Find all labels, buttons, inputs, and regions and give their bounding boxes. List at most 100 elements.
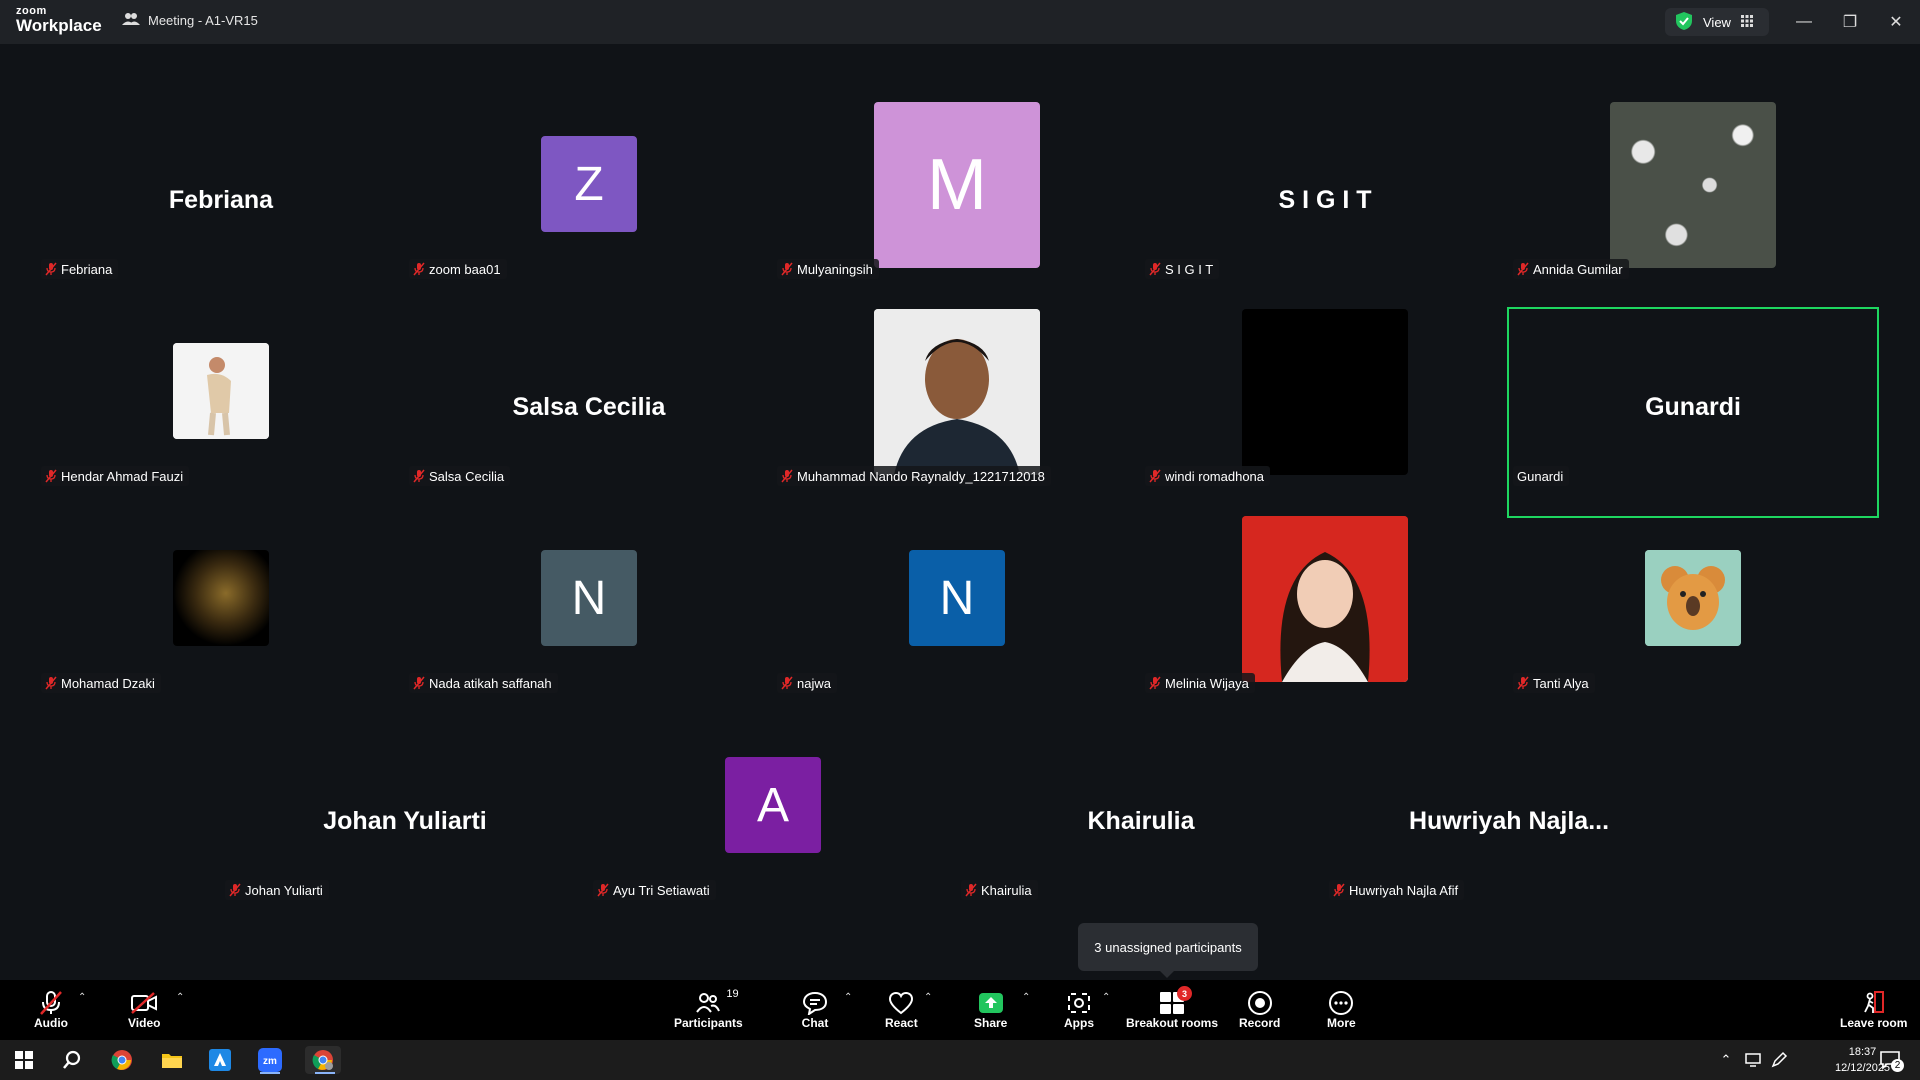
share-button[interactable]: Share (974, 990, 1007, 1030)
participant-name-label: Muhammad Nando Raynaldy_1221712018 (777, 466, 1051, 486)
react-button[interactable]: React (885, 990, 918, 1030)
participant-display-name: Johan Yuliarti (323, 807, 487, 835)
more-label: More (1327, 1016, 1356, 1030)
participant-name: Muhammad Nando Raynaldy_1221712018 (797, 468, 1045, 484)
shield-check-icon (1675, 11, 1693, 34)
restore-icon[interactable]: ❐ (1838, 10, 1862, 34)
apps-caret-icon[interactable]: ⌃ (1102, 992, 1110, 1003)
participant-display-name: Febriana (168, 186, 274, 214)
svg-text:zm: zm (263, 1056, 277, 1067)
participant-name-label: S I G I T (1145, 259, 1220, 279)
camera-off-icon (130, 990, 158, 1016)
leave-room-button[interactable]: Leave room (1840, 990, 1907, 1030)
mic-muted-icon (45, 676, 57, 690)
participant-display-name: S I G I T (1278, 186, 1372, 214)
share-caret-icon[interactable]: ⌃ (1022, 992, 1030, 1003)
participant-tile[interactable]: Huwriyah Najla... Huwriyah Najla Afif (1325, 723, 1693, 930)
view-button[interactable]: View (1665, 8, 1769, 36)
participant-tile[interactable]: N Nada atikah saffanah (405, 516, 773, 723)
audio-label: Audio (34, 1016, 68, 1030)
participant-tile[interactable]: Annida Gumilar (1509, 102, 1877, 309)
participant-tile[interactable]: Tanti Alya (1509, 516, 1877, 723)
apps-icon (1065, 990, 1093, 1016)
meeting-title[interactable]: Meeting - A1-VR15 (122, 12, 258, 29)
participant-avatar-photo (173, 550, 269, 646)
participant-tile[interactable]: S I G I T S I G I T (1141, 102, 1509, 309)
minimize-icon[interactable]: — (1792, 10, 1816, 34)
view-label: View (1703, 14, 1731, 30)
chrome-profile-icon[interactable] (305, 1046, 341, 1074)
more-icon (1327, 990, 1355, 1016)
mic-muted-icon (413, 262, 425, 276)
participant-name: Ayu Tri Setiawati (613, 882, 710, 898)
participant-name: Mulyaningsih (797, 261, 873, 277)
mic-muted-icon (413, 676, 425, 690)
participant-avatar-initial: Z (541, 136, 637, 232)
chrome-active-indicator (315, 1072, 335, 1074)
participant-tile[interactable]: Mohamad Dzaki (37, 516, 405, 723)
mic-muted-icon (413, 469, 425, 483)
audio-caret-icon[interactable]: ⌃ (78, 992, 86, 1003)
azure-data-studio-icon[interactable] (206, 1046, 234, 1074)
react-caret-icon[interactable]: ⌃ (924, 992, 932, 1003)
file-explorer-icon[interactable] (158, 1046, 186, 1074)
participant-name: Tanti Alya (1533, 675, 1589, 691)
chat-icon (801, 990, 829, 1016)
participant-tile[interactable]: Zzoom baa01 (405, 102, 773, 309)
title-bar: zoom Workplace Meeting - A1-VR15 View — … (0, 0, 1920, 44)
close-icon[interactable]: ✕ (1884, 10, 1908, 34)
meeting-title-text: Meeting - A1-VR15 (148, 13, 258, 28)
participant-tile[interactable]: Gunardi Gunardi (1507, 307, 1879, 518)
participant-name-label: Johan Yuliarti (225, 880, 329, 900)
participant-tile[interactable]: windi romadhona (1141, 309, 1509, 516)
participant-tile[interactable]: Febriana Febriana (37, 102, 405, 309)
participant-tile[interactable]: Khairulia Khairulia (957, 723, 1325, 930)
participant-name: Khairulia (981, 882, 1032, 898)
zoom-icon[interactable]: zm (256, 1046, 284, 1074)
participant-name-label: Gunardi (1513, 466, 1570, 486)
mic-muted-icon (1517, 676, 1529, 690)
chat-caret-icon[interactable]: ⌃ (844, 992, 852, 1003)
participant-avatar-initial: M (874, 102, 1040, 268)
breakout-rooms-icon: 3 (1158, 986, 1193, 1016)
network-icon[interactable] (1742, 1046, 1764, 1074)
participant-tile[interactable]: M Mulyaningsih (773, 102, 1141, 309)
participant-name: Melinia Wijaya (1165, 675, 1249, 691)
participant-tile[interactable]: A Ayu Tri Setiawati (589, 723, 957, 930)
chrome-icon[interactable] (108, 1046, 136, 1074)
participant-tile[interactable]: Hendar Ahmad Fauzi (37, 309, 405, 516)
participant-tile[interactable]: Muhammad Nando Raynaldy_1221712018 (773, 309, 1141, 516)
participant-tile[interactable]: Nnajwa (773, 516, 1141, 723)
participant-name: Salsa Cecilia (429, 468, 505, 484)
apps-button[interactable]: Apps (1064, 990, 1094, 1030)
participant-avatar-initial: N (909, 550, 1005, 646)
mic-muted-icon (1517, 262, 1529, 276)
more-button[interactable]: More (1327, 990, 1356, 1030)
pen-icon[interactable] (1768, 1046, 1790, 1074)
participant-name: najwa (797, 675, 831, 691)
record-button[interactable]: Record (1239, 990, 1280, 1030)
audio-button[interactable]: Audio (34, 990, 68, 1030)
participant-tile[interactable]: Melinia Wijaya (1141, 516, 1509, 723)
participant-name-label: najwa (777, 673, 837, 693)
chat-button[interactable]: Chat (801, 990, 829, 1030)
participant-avatar-photo (173, 343, 269, 439)
windows-start-icon[interactable] (10, 1046, 38, 1074)
participant-tile[interactable]: Salsa Cecilia Salsa Cecilia (405, 309, 773, 516)
breakout-rooms-button[interactable]: 3 Breakout rooms (1126, 986, 1218, 1030)
participant-display-name: Gunardi (1645, 393, 1741, 421)
notifications-icon[interactable]: 2 (1876, 1046, 1904, 1074)
search-icon[interactable] (58, 1046, 86, 1074)
chevron-up-icon[interactable]: ⌃ (1716, 1046, 1736, 1074)
grid-icon (1740, 14, 1753, 30)
chat-label: Chat (801, 1016, 829, 1030)
video-button[interactable]: Video (128, 990, 160, 1030)
video-caret-icon[interactable]: ⌃ (176, 992, 184, 1003)
leave-room-label: Leave room (1840, 1016, 1908, 1030)
participants-count: 19 (726, 988, 739, 1000)
participants-button[interactable]: 19 Participants (674, 988, 743, 1030)
participant-name-label: Mohamad Dzaki (41, 673, 161, 693)
mic-muted-icon (37, 990, 65, 1016)
meeting-toolbar: Audio ⌃ Video ⌃ 19 Participants Chat ⌃ R… (0, 980, 1920, 1040)
participant-tile[interactable]: Johan Yuliarti Johan Yuliarti (221, 723, 589, 930)
